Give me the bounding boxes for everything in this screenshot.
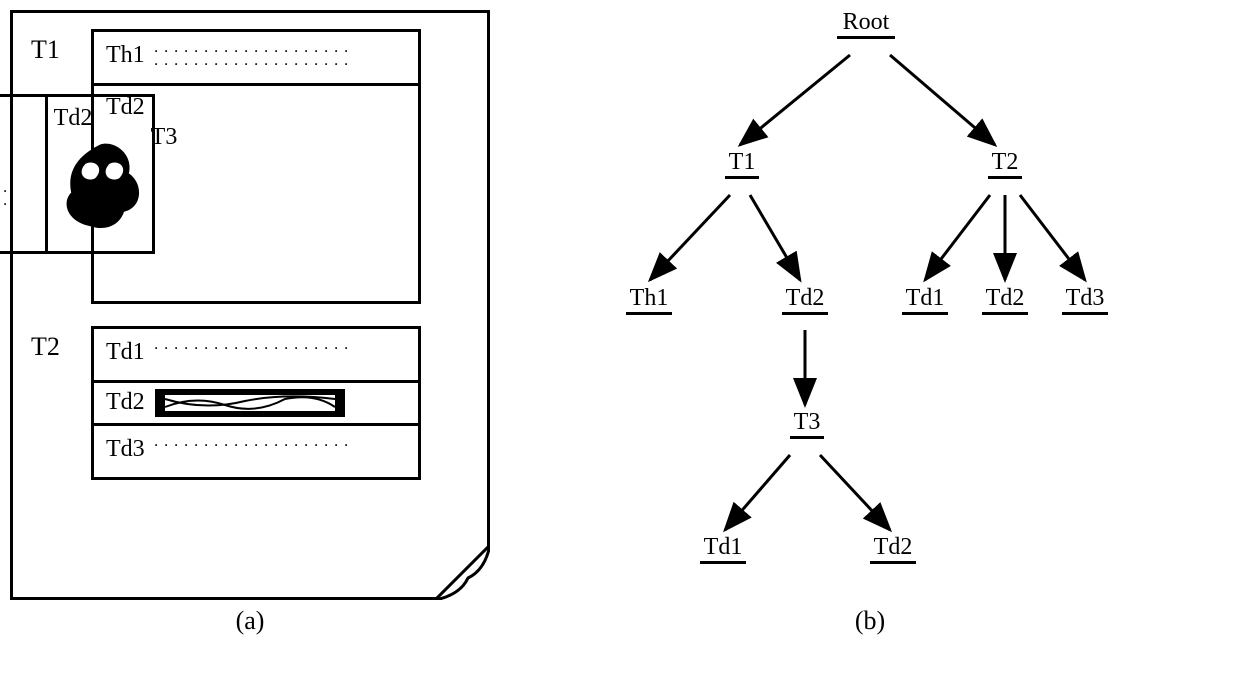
node-td3b-label: Td3	[1062, 286, 1108, 310]
table-t2: Td1 . . . . . . . . . . . . . . . . . . …	[91, 326, 421, 480]
node-th1: Th1	[626, 286, 672, 315]
dots-icon: . . . . . . . . . . . . . . . . . . . . …	[155, 42, 350, 68]
cell-td2-outer: Td2 T3 Td1 . . . . . . . . . . . . . . T…	[94, 86, 418, 301]
table-t1: Th1 . . . . . . . . . . . . . . . . . . …	[91, 29, 421, 304]
t2-td3-label: Td3	[106, 436, 145, 463]
t3-td2-label: Td2	[54, 105, 146, 132]
node-td2-a: Td2	[782, 286, 828, 315]
caption-b: (b)	[590, 606, 1150, 636]
t2-td1: Td1 . . . . . . . . . . . . . . . . . . …	[94, 329, 418, 383]
node-t1-label: T1	[725, 150, 759, 174]
panel-b: Root T1 T2 Th1 Td2 Td1	[590, 10, 1150, 636]
t3-td1: Td1 . . . . . . . . . . . . . .	[0, 97, 45, 251]
dots-icon: . . . . . . . . . . . . . . . . . . . .	[155, 436, 350, 449]
t2-label: T2	[31, 332, 91, 362]
node-td1-c: Td1	[700, 535, 746, 564]
node-t2: T2	[988, 150, 1022, 179]
th1-label: Th1	[106, 42, 145, 69]
node-td2b-label: Td2	[982, 286, 1028, 310]
t1-label: T1	[31, 35, 91, 65]
node-td1-b: Td1	[902, 286, 948, 315]
table-t2-row: T2 Td1 . . . . . . . . . . . . . . . . .…	[31, 326, 469, 480]
node-t1: T1	[725, 150, 759, 179]
page-curl-icon	[435, 545, 490, 600]
t3-td1-label: Td1	[0, 105, 39, 132]
banner-image-icon	[155, 389, 345, 417]
cell-th1: Th1 . . . . . . . . . . . . . . . . . . …	[94, 32, 418, 86]
table-t1-row: T1 Th1 . . . . . . . . . . . . . . . . .…	[31, 29, 469, 304]
t3-label: T3	[151, 124, 178, 151]
t2-td3: Td3 . . . . . . . . . . . . . . . . . . …	[94, 426, 418, 477]
panel-a: T1 Th1 . . . . . . . . . . . . . . . . .…	[10, 10, 490, 636]
node-t3: T3	[790, 410, 824, 439]
dots-icon: . . . . . . . . . . . . . .	[0, 182, 39, 208]
node-td1c-label: Td1	[700, 535, 746, 559]
node-td2c-label: Td2	[870, 535, 916, 559]
t2-td1-label: Td1	[106, 339, 145, 366]
node-t3-label: T3	[790, 410, 824, 434]
dots-icon: . . . . . . . . . . . . . . . . . . . .	[155, 339, 350, 352]
node-th1-label: Th1	[626, 286, 672, 310]
page-outline: T1 Th1 . . . . . . . . . . . . . . . . .…	[10, 10, 490, 600]
image-blob-icon	[52, 135, 148, 231]
node-root-label: Root	[837, 10, 895, 34]
node-root: Root	[837, 10, 895, 39]
tree-diagram: Root T1 T2 Th1 Td2 Td1	[590, 10, 1150, 600]
t2-td2-label: Td2	[106, 389, 145, 416]
node-td2-c: Td2	[870, 535, 916, 564]
caption-a: (a)	[10, 606, 490, 636]
node-td3-b: Td3	[1062, 286, 1108, 315]
node-t2-label: T2	[988, 150, 1022, 174]
node-td2a-label: Td2	[782, 286, 828, 310]
node-td1b-label: Td1	[902, 286, 948, 310]
t3-td2: Td2	[45, 97, 152, 251]
t2-td2: Td2	[94, 383, 418, 426]
node-td2-b: Td2	[982, 286, 1028, 315]
table-t3: Td1 . . . . . . . . . . . . . . Td2	[0, 94, 155, 254]
